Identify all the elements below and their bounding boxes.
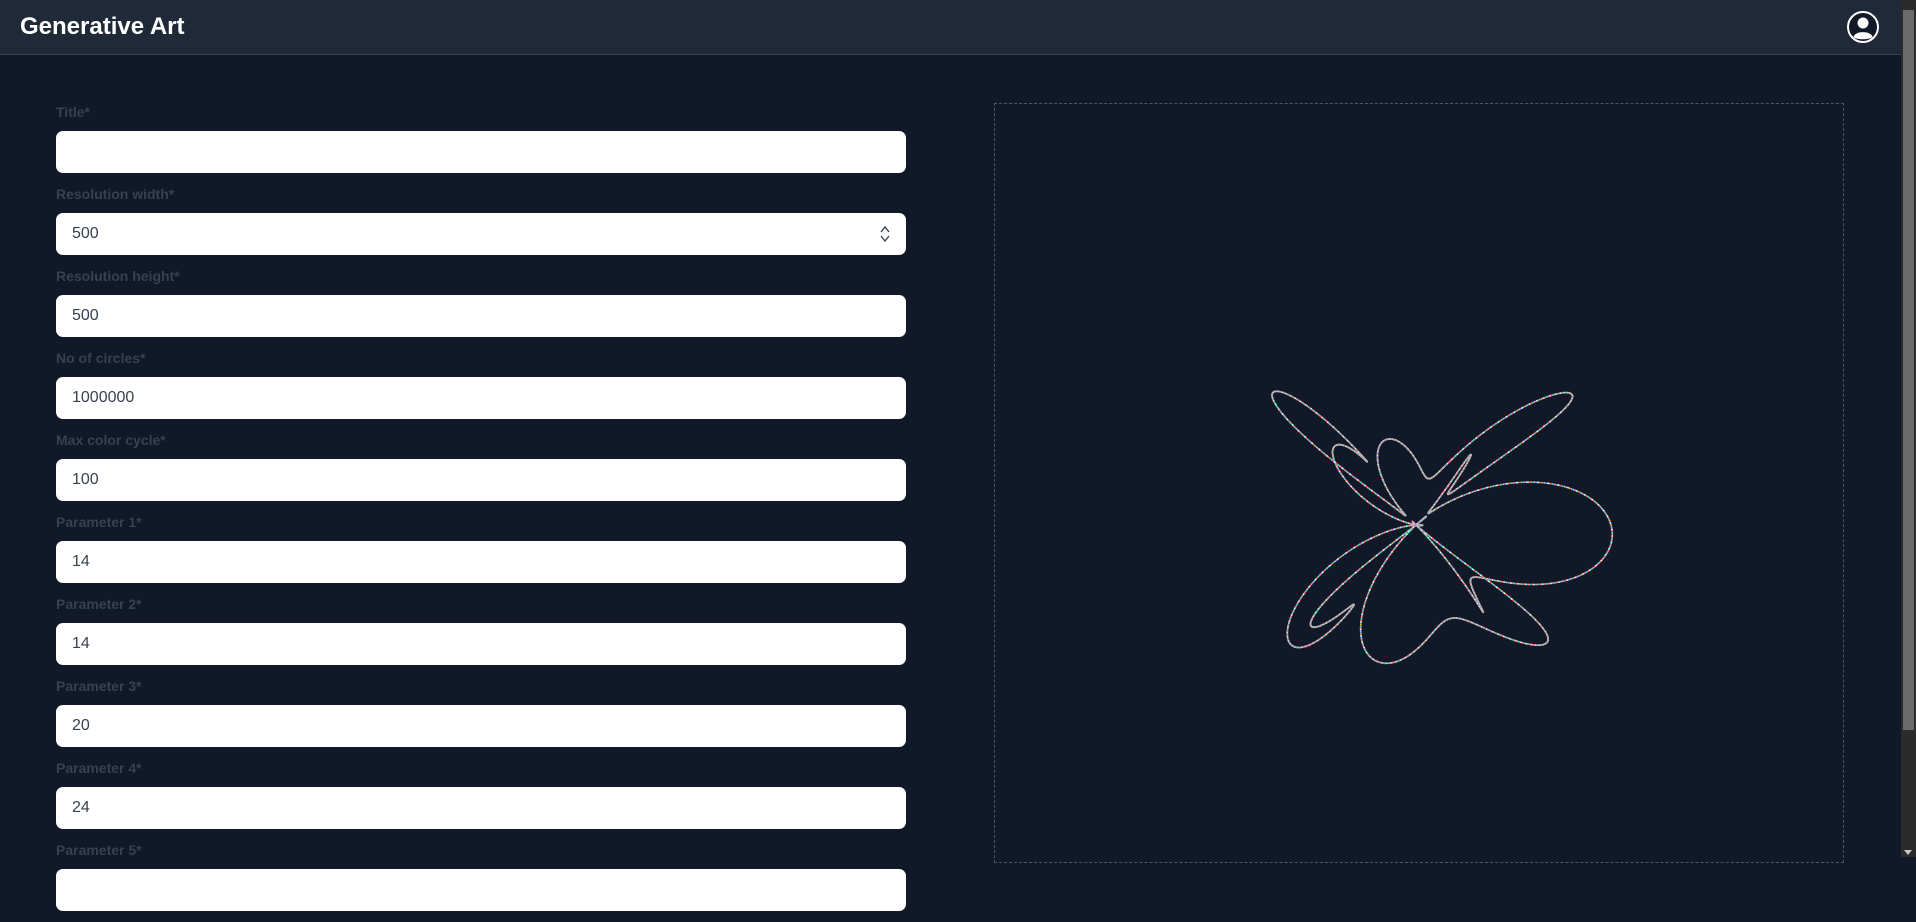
max-color-cycle-field: Max color cycle* 100: [56, 430, 906, 512]
parameter-5-label: Parameter 5*: [56, 842, 142, 858]
art-settings-form: Title* Resolution width* 500 Resolution …: [56, 102, 906, 922]
resolution-height-field: Resolution height* 500: [56, 266, 906, 348]
circles-input[interactable]: 1000000: [56, 377, 906, 419]
parameter-5-input[interactable]: [56, 869, 906, 911]
parameter-2-label: Parameter 2*: [56, 596, 142, 612]
generative-art-canvas: [1271, 390, 1614, 665]
scroll-down-arrow-icon[interactable]: [1904, 850, 1912, 855]
resolution-width-input[interactable]: 500: [56, 213, 906, 255]
parameter-4-label: Parameter 4*: [56, 760, 142, 776]
circles-label: No of circles*: [56, 350, 146, 366]
page-scrollbar[interactable]: [1901, 0, 1916, 857]
app-title: Generative Art: [20, 13, 185, 40]
circles-field: No of circles* 1000000: [56, 348, 906, 430]
parameter-1-field: Parameter 1* 14: [56, 512, 906, 594]
title-input[interactable]: [56, 131, 906, 173]
scrollbar-thumb[interactable]: [1903, 10, 1914, 730]
parameter-3-input[interactable]: 20: [56, 705, 906, 747]
parameter-3-label: Parameter 3*: [56, 678, 142, 694]
parameter-4-input[interactable]: 24: [56, 787, 906, 829]
title-field: Title*: [56, 102, 906, 184]
user-circle-icon[interactable]: [1846, 10, 1880, 44]
title-label: Title*: [56, 104, 90, 120]
max-color-cycle-label: Max color cycle*: [56, 432, 166, 448]
resolution-height-input[interactable]: 500: [56, 295, 906, 337]
parameter-3-field: Parameter 3* 20: [56, 676, 906, 758]
resolution-height-label: Resolution height*: [56, 268, 180, 284]
number-spinner-icon[interactable]: [880, 225, 890, 243]
parameter-2-input[interactable]: 14: [56, 623, 906, 665]
parameter-1-label: Parameter 1*: [56, 514, 142, 530]
resolution-width-value: 500: [72, 225, 99, 242]
resolution-width-label: Resolution width*: [56, 186, 175, 202]
app-header: Generative Art: [0, 0, 1901, 55]
parameter-5-field: Parameter 5*: [56, 840, 906, 922]
parameter-2-field: Parameter 2* 14: [56, 594, 906, 676]
resolution-width-field: Resolution width* 500: [56, 184, 906, 266]
max-color-cycle-input[interactable]: 100: [56, 459, 906, 501]
parameter-4-field: Parameter 4* 24: [56, 758, 906, 840]
parameter-1-input[interactable]: 14: [56, 541, 906, 583]
